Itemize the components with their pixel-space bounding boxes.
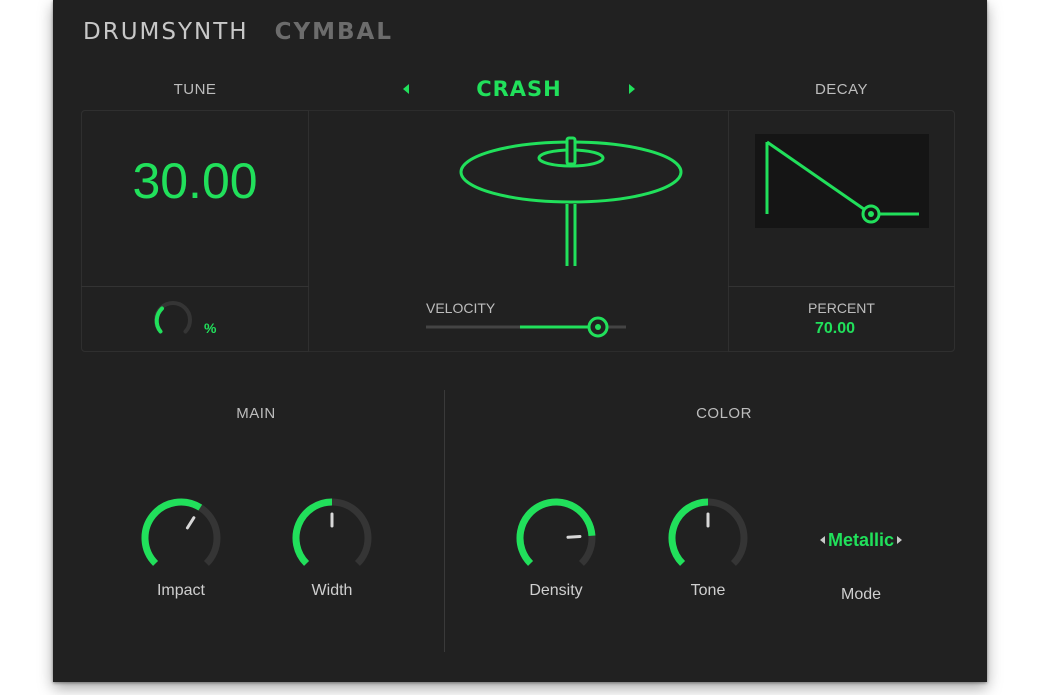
decay-envelope-graph[interactable] <box>755 134 929 228</box>
impact-knob[interactable]: Impact <box>131 496 231 626</box>
width-knob[interactable]: Width <box>282 496 382 626</box>
section-divider <box>444 390 445 652</box>
instrument-title: CYMBAL <box>274 19 393 45</box>
tone-knob[interactable]: Tone <box>658 496 758 626</box>
knob-level-arc <box>141 498 203 566</box>
tone-knob-dial[interactable] <box>666 496 750 580</box>
density-label: Density <box>529 582 583 599</box>
tune-value[interactable]: 30.00 <box>81 152 309 210</box>
preset-selector: CRASH <box>403 74 635 104</box>
mode-selector[interactable]: Metallic <box>813 528 909 552</box>
knob-level-arc <box>292 498 333 566</box>
width-knob-dial[interactable] <box>290 496 374 580</box>
tune-knob-unit: % <box>204 320 217 336</box>
tune-box <box>81 110 309 352</box>
knob-pointer <box>566 534 582 539</box>
plugin-window: DRUMSYNTH CYMBAL TUNE 30.00 % CRASH VELO… <box>53 0 987 682</box>
tone-label: Tone <box>690 582 726 599</box>
density-knob[interactable]: Density <box>506 496 606 626</box>
main-title: MAIN <box>236 405 276 422</box>
impact-label: Impact <box>156 582 205 599</box>
header: DRUMSYNTH CYMBAL <box>83 14 393 50</box>
velocity-slider-handle[interactable] <box>587 316 609 338</box>
impact-knob-dial[interactable] <box>139 496 223 580</box>
preset-name[interactable]: CRASH <box>476 77 562 101</box>
next-preset-arrow-icon[interactable] <box>628 84 635 94</box>
density-knob-dial[interactable] <box>514 496 598 580</box>
width-label: Width <box>311 582 353 599</box>
tune-title: TUNE <box>173 81 217 98</box>
knob-pointer <box>185 516 196 530</box>
tune-amount-knob[interactable] <box>151 298 195 342</box>
knob-level-arc <box>516 498 596 566</box>
percent-value[interactable]: 70.00 <box>815 320 855 338</box>
mode-previous-arrow-icon[interactable] <box>819 536 825 544</box>
previous-preset-arrow-icon[interactable] <box>403 84 409 94</box>
mode-label: Mode <box>840 586 882 603</box>
mode-value[interactable]: Metallic <box>828 530 894 551</box>
mode-next-arrow-icon[interactable] <box>897 536 903 544</box>
color-title: COLOR <box>696 405 752 422</box>
brand-title: DRUMSYNTH <box>83 19 249 45</box>
velocity-slider[interactable] <box>426 314 626 340</box>
cymbal-icon <box>459 136 683 266</box>
knob-level-arc <box>668 498 709 566</box>
tune-divider <box>81 286 309 287</box>
decay-title: DECAY <box>814 81 869 98</box>
decay-divider <box>728 286 955 287</box>
percent-label: PERCENT <box>808 300 875 316</box>
